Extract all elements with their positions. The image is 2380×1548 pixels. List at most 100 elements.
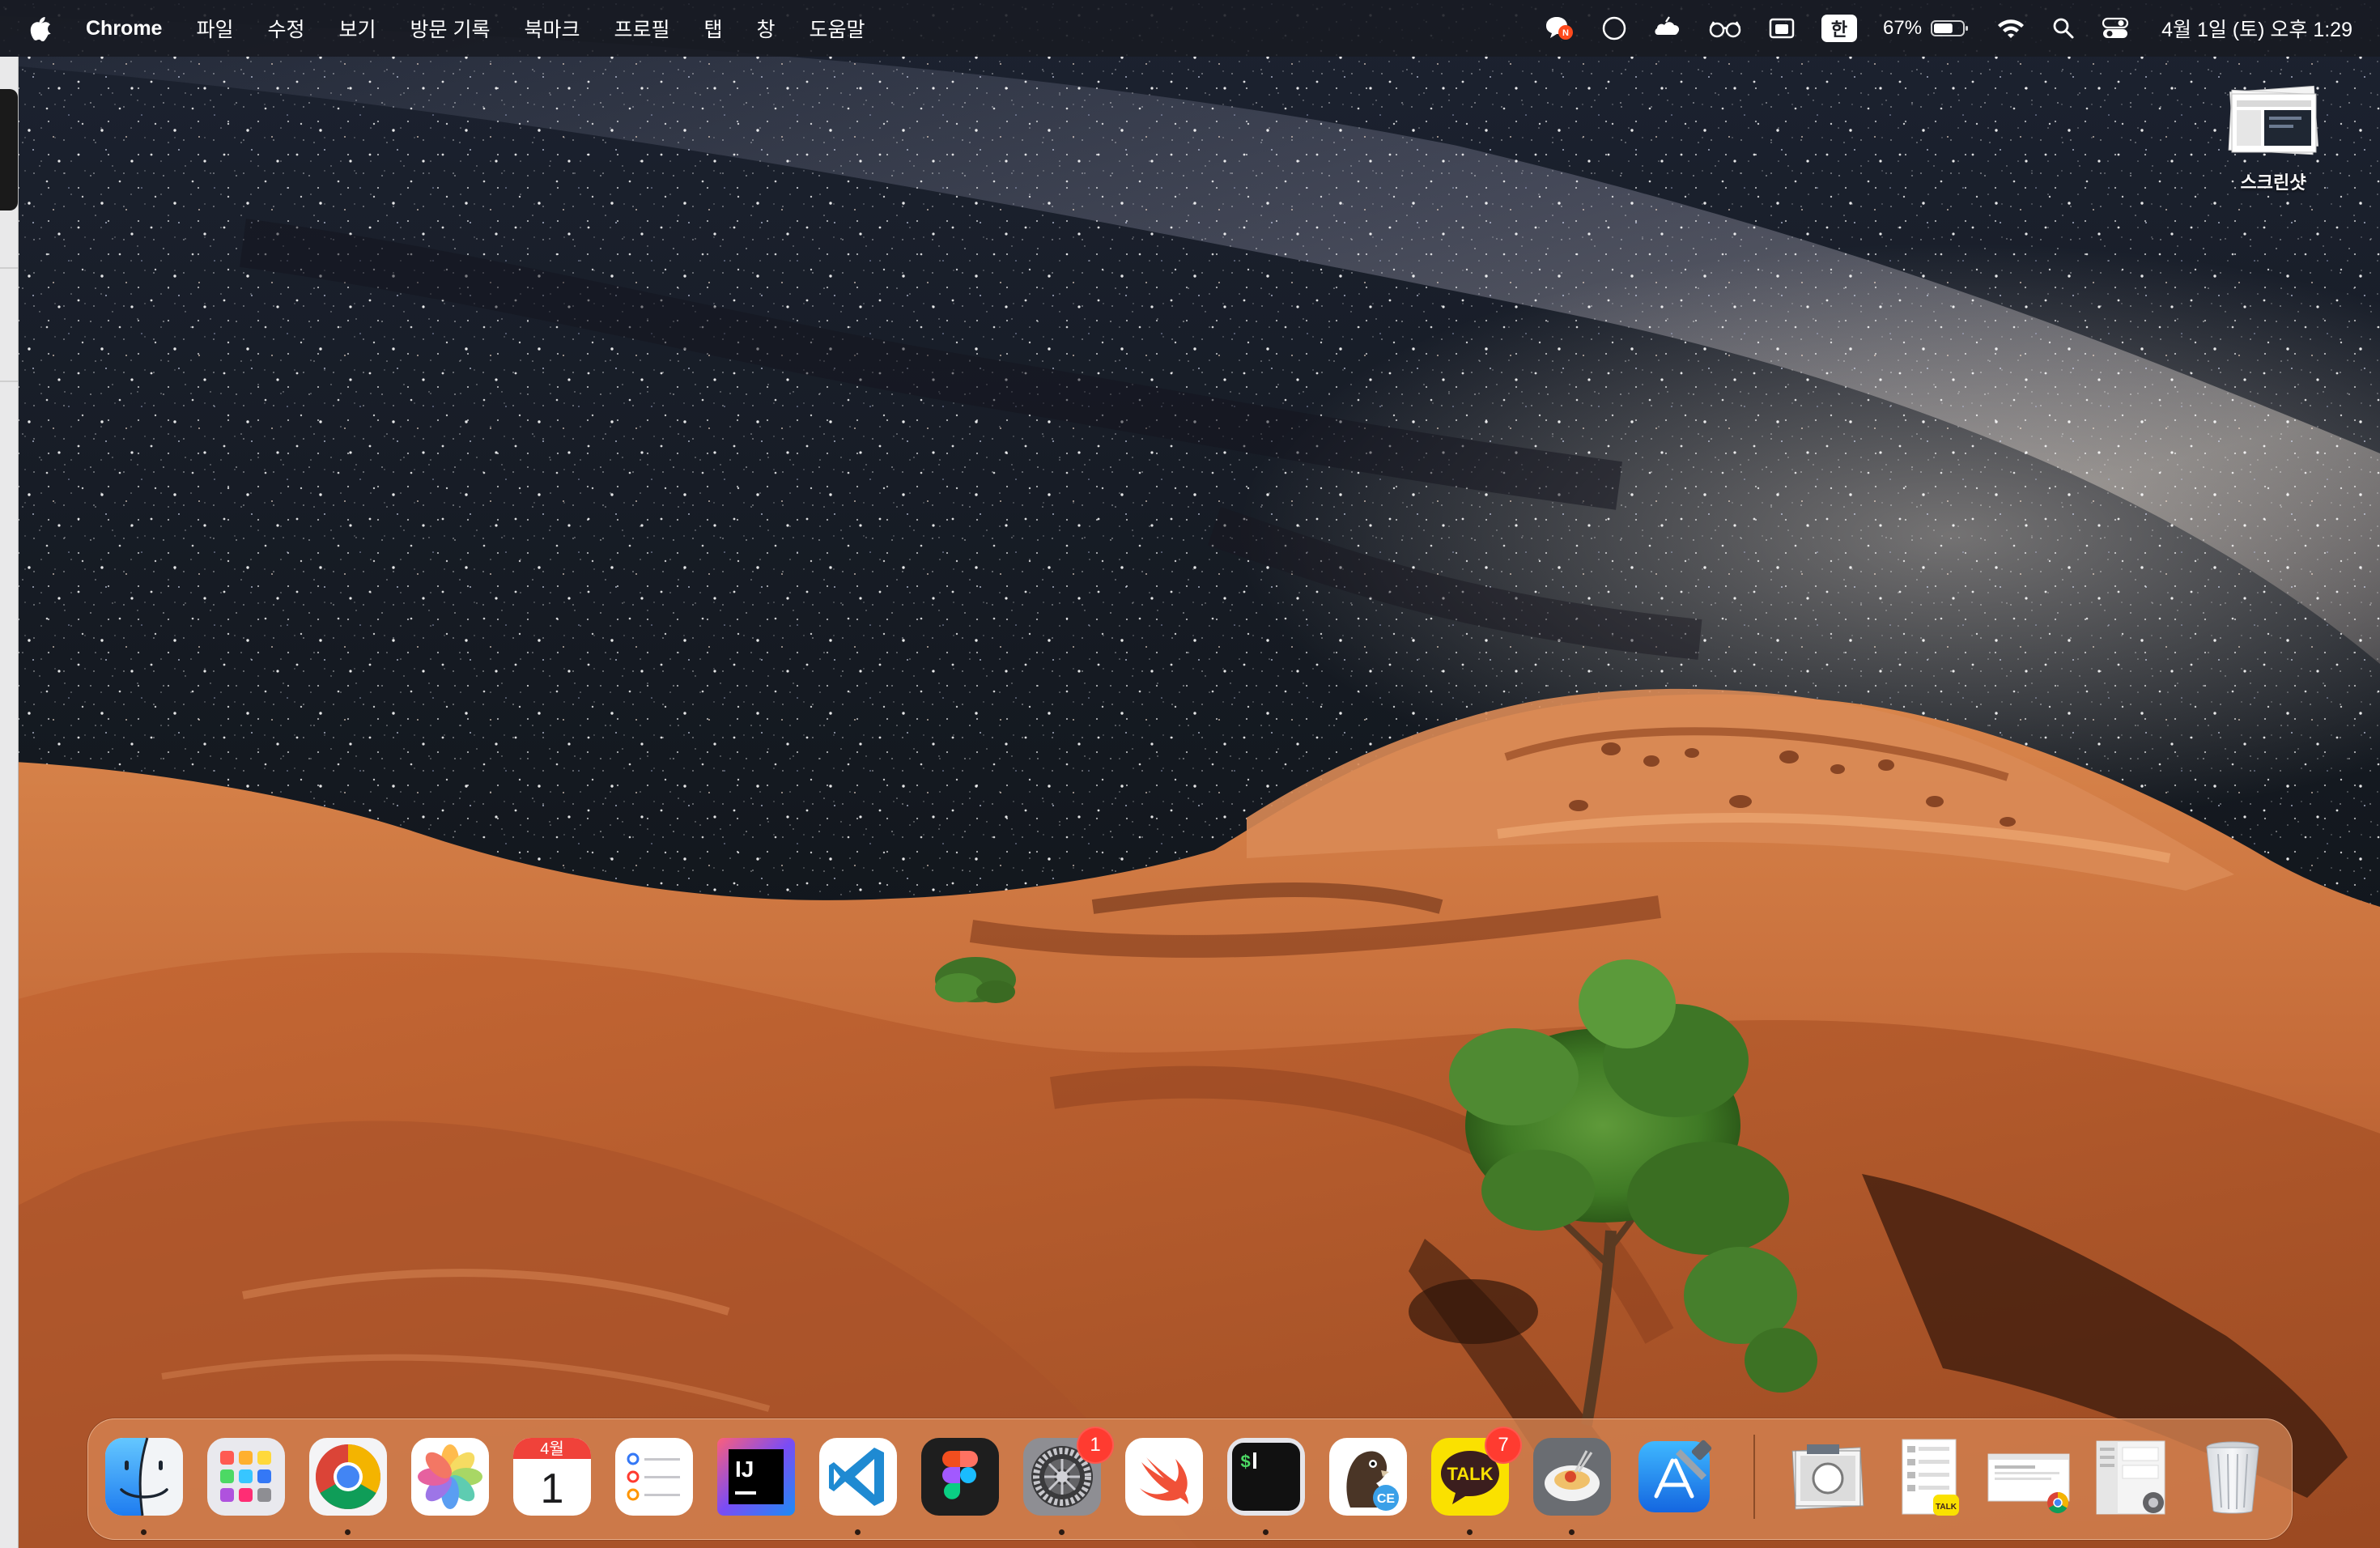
circle-icon <box>1602 16 1626 40</box>
pasta-icon <box>1533 1438 1611 1516</box>
svg-text:N: N <box>1562 28 1569 38</box>
dock-app-chrome[interactable] <box>306 1435 390 1519</box>
dock-app-xcode[interactable] <box>1632 1435 1716 1519</box>
dock-app-dbeaver[interactable]: CE <box>1326 1435 1410 1519</box>
running-indicator <box>345 1529 351 1535</box>
xcode-icon <box>1638 1440 1712 1512</box>
window-switch-status[interactable] <box>1755 0 1808 57</box>
spotlight-icon <box>2053 18 2074 39</box>
input-source-status[interactable]: 한 <box>1808 0 1870 57</box>
wallpaper-image <box>0 0 2380 1548</box>
dock-stack-screenshots[interactable] <box>1786 1435 1870 1519</box>
dock-app-finder[interactable] <box>102 1435 186 1519</box>
kakaotalk-label: TALK <box>1447 1464 1493 1484</box>
dock-app-launchpad[interactable] <box>204 1435 288 1519</box>
background-window-edge[interactable] <box>0 57 19 1548</box>
status-area: N 한 67% 4월 1일 (토) 오후 1:29 <box>1530 0 2380 57</box>
menu-profiles[interactable]: 프로필 <box>597 0 686 57</box>
menu-clock[interactable]: 4월 1일 (토) 오후 1:29 <box>2142 0 2380 57</box>
intellij-icon: IJ <box>717 1438 795 1516</box>
desktop-wallpaper <box>0 0 2380 1548</box>
dock-app-intellij[interactable]: IJ <box>714 1435 798 1519</box>
battery-status[interactable]: 67% <box>1870 0 1983 57</box>
menu-bookmarks[interactable]: 북마크 <box>507 0 597 57</box>
menu-file[interactable]: 파일 <box>179 0 250 57</box>
screenshot-stack-icon <box>1791 1444 1864 1510</box>
cloud-app-status[interactable] <box>1640 0 1695 57</box>
terminal-icon: $ <box>1227 1438 1305 1516</box>
running-indicator <box>855 1529 861 1535</box>
window-switch-icon <box>1769 18 1795 39</box>
wifi-icon <box>1998 19 2025 38</box>
settings-window-icon <box>2096 1440 2165 1515</box>
glasses-icon <box>1709 21 1741 38</box>
kakaotalk-window-icon: TALK <box>1902 1439 1959 1516</box>
window-edge-dark-tab <box>0 89 18 211</box>
menu-history[interactable]: 방문 기록 <box>393 0 508 57</box>
battery-percent: 67% <box>1883 17 1923 39</box>
chrome-icon <box>309 1438 387 1516</box>
dock-app-kakaotalk[interactable]: TALK 7 <box>1428 1427 1522 1519</box>
glasses-status[interactable] <box>1695 0 1755 57</box>
dock-app-vscode[interactable] <box>816 1435 900 1519</box>
dbeaver-icon: CE <box>1329 1438 1407 1516</box>
dock-app-terminal[interactable]: $ <box>1224 1435 1308 1519</box>
menu-edit[interactable]: 수정 <box>250 0 321 57</box>
figma-icon <box>921 1438 999 1516</box>
dock-app-photos[interactable] <box>408 1435 492 1519</box>
trash-icon <box>2206 1441 2259 1514</box>
menu-bar: Chrome 파일 수정 보기 방문 기록 북마크 프로필 탭 창 도움말 N <box>0 0 2380 57</box>
screenshot-folder-icon <box>2225 84 2321 159</box>
notification-badge: 7 <box>1485 1427 1522 1464</box>
running-indicator <box>1059 1529 1065 1535</box>
apple-logo-icon <box>30 17 51 41</box>
running-indicator <box>141 1529 147 1535</box>
circle-status[interactable] <box>1588 0 1640 57</box>
desktop-icon-label: 스크린샷 <box>2240 172 2306 193</box>
cloud-app-icon <box>1655 16 1680 35</box>
chrome-window-icon <box>1987 1453 2070 1514</box>
calendar-month: 4월 <box>540 1440 564 1458</box>
window-edge-divider <box>0 381 18 382</box>
dock-trash[interactable] <box>2191 1435 2275 1519</box>
dock-app-swift-playgrounds[interactable] <box>1122 1435 1206 1519</box>
spotlight-status[interactable] <box>2038 0 2089 57</box>
dock-window-settings[interactable] <box>2089 1435 2173 1519</box>
window-edge-divider <box>0 267 18 269</box>
notification-h-icon: N <box>1546 17 1574 40</box>
running-indicator <box>1569 1529 1575 1535</box>
running-indicator <box>1467 1529 1473 1535</box>
battery-icon <box>1931 20 1969 36</box>
control-center-status[interactable] <box>2089 0 2142 57</box>
wifi-status[interactable] <box>1983 0 2038 57</box>
vscode-icon <box>819 1438 897 1516</box>
finder-icon <box>105 1437 183 1516</box>
intellij-text: IJ <box>735 1457 754 1482</box>
notification-badge: 1 <box>1077 1427 1114 1464</box>
kakaotalk-window-label: TALK <box>1936 1503 1957 1512</box>
reminders-icon <box>615 1438 693 1516</box>
dbeaver-ce-label: CE <box>1377 1492 1396 1506</box>
menu-app-name[interactable]: Chrome <box>81 0 179 57</box>
dock-window-chrome[interactable] <box>1987 1435 2071 1519</box>
control-center-icon <box>2102 17 2129 38</box>
terminal-prompt: $ <box>1240 1452 1251 1473</box>
dock-window-kakaotalk[interactable]: TALK <box>1888 1435 1972 1519</box>
desktop-icon-screenshot-folder[interactable]: 스크린샷 <box>2216 84 2330 194</box>
notification-h-status[interactable]: N <box>1530 0 1588 57</box>
launchpad-icon <box>207 1438 285 1516</box>
calendar-icon: 4월 1 <box>513 1438 591 1516</box>
menu-help[interactable]: 도움말 <box>793 0 882 57</box>
calendar-day: 1 <box>541 1465 564 1512</box>
dock-app-calendar[interactable]: 4월 1 <box>510 1435 594 1519</box>
dock-separator <box>1753 1435 1755 1519</box>
menu-tab[interactable]: 탭 <box>687 0 740 57</box>
input-source-icon: 한 <box>1821 15 1858 42</box>
menu-window[interactable]: 창 <box>740 0 793 57</box>
dock-app-figma[interactable] <box>918 1435 1002 1519</box>
apple-menu[interactable] <box>0 0 81 57</box>
dock-app-pasta[interactable] <box>1530 1435 1614 1519</box>
dock-app-reminders[interactable] <box>612 1435 696 1519</box>
dock-app-system-settings[interactable]: 1 <box>1020 1427 1114 1519</box>
menu-view[interactable]: 보기 <box>322 0 393 57</box>
